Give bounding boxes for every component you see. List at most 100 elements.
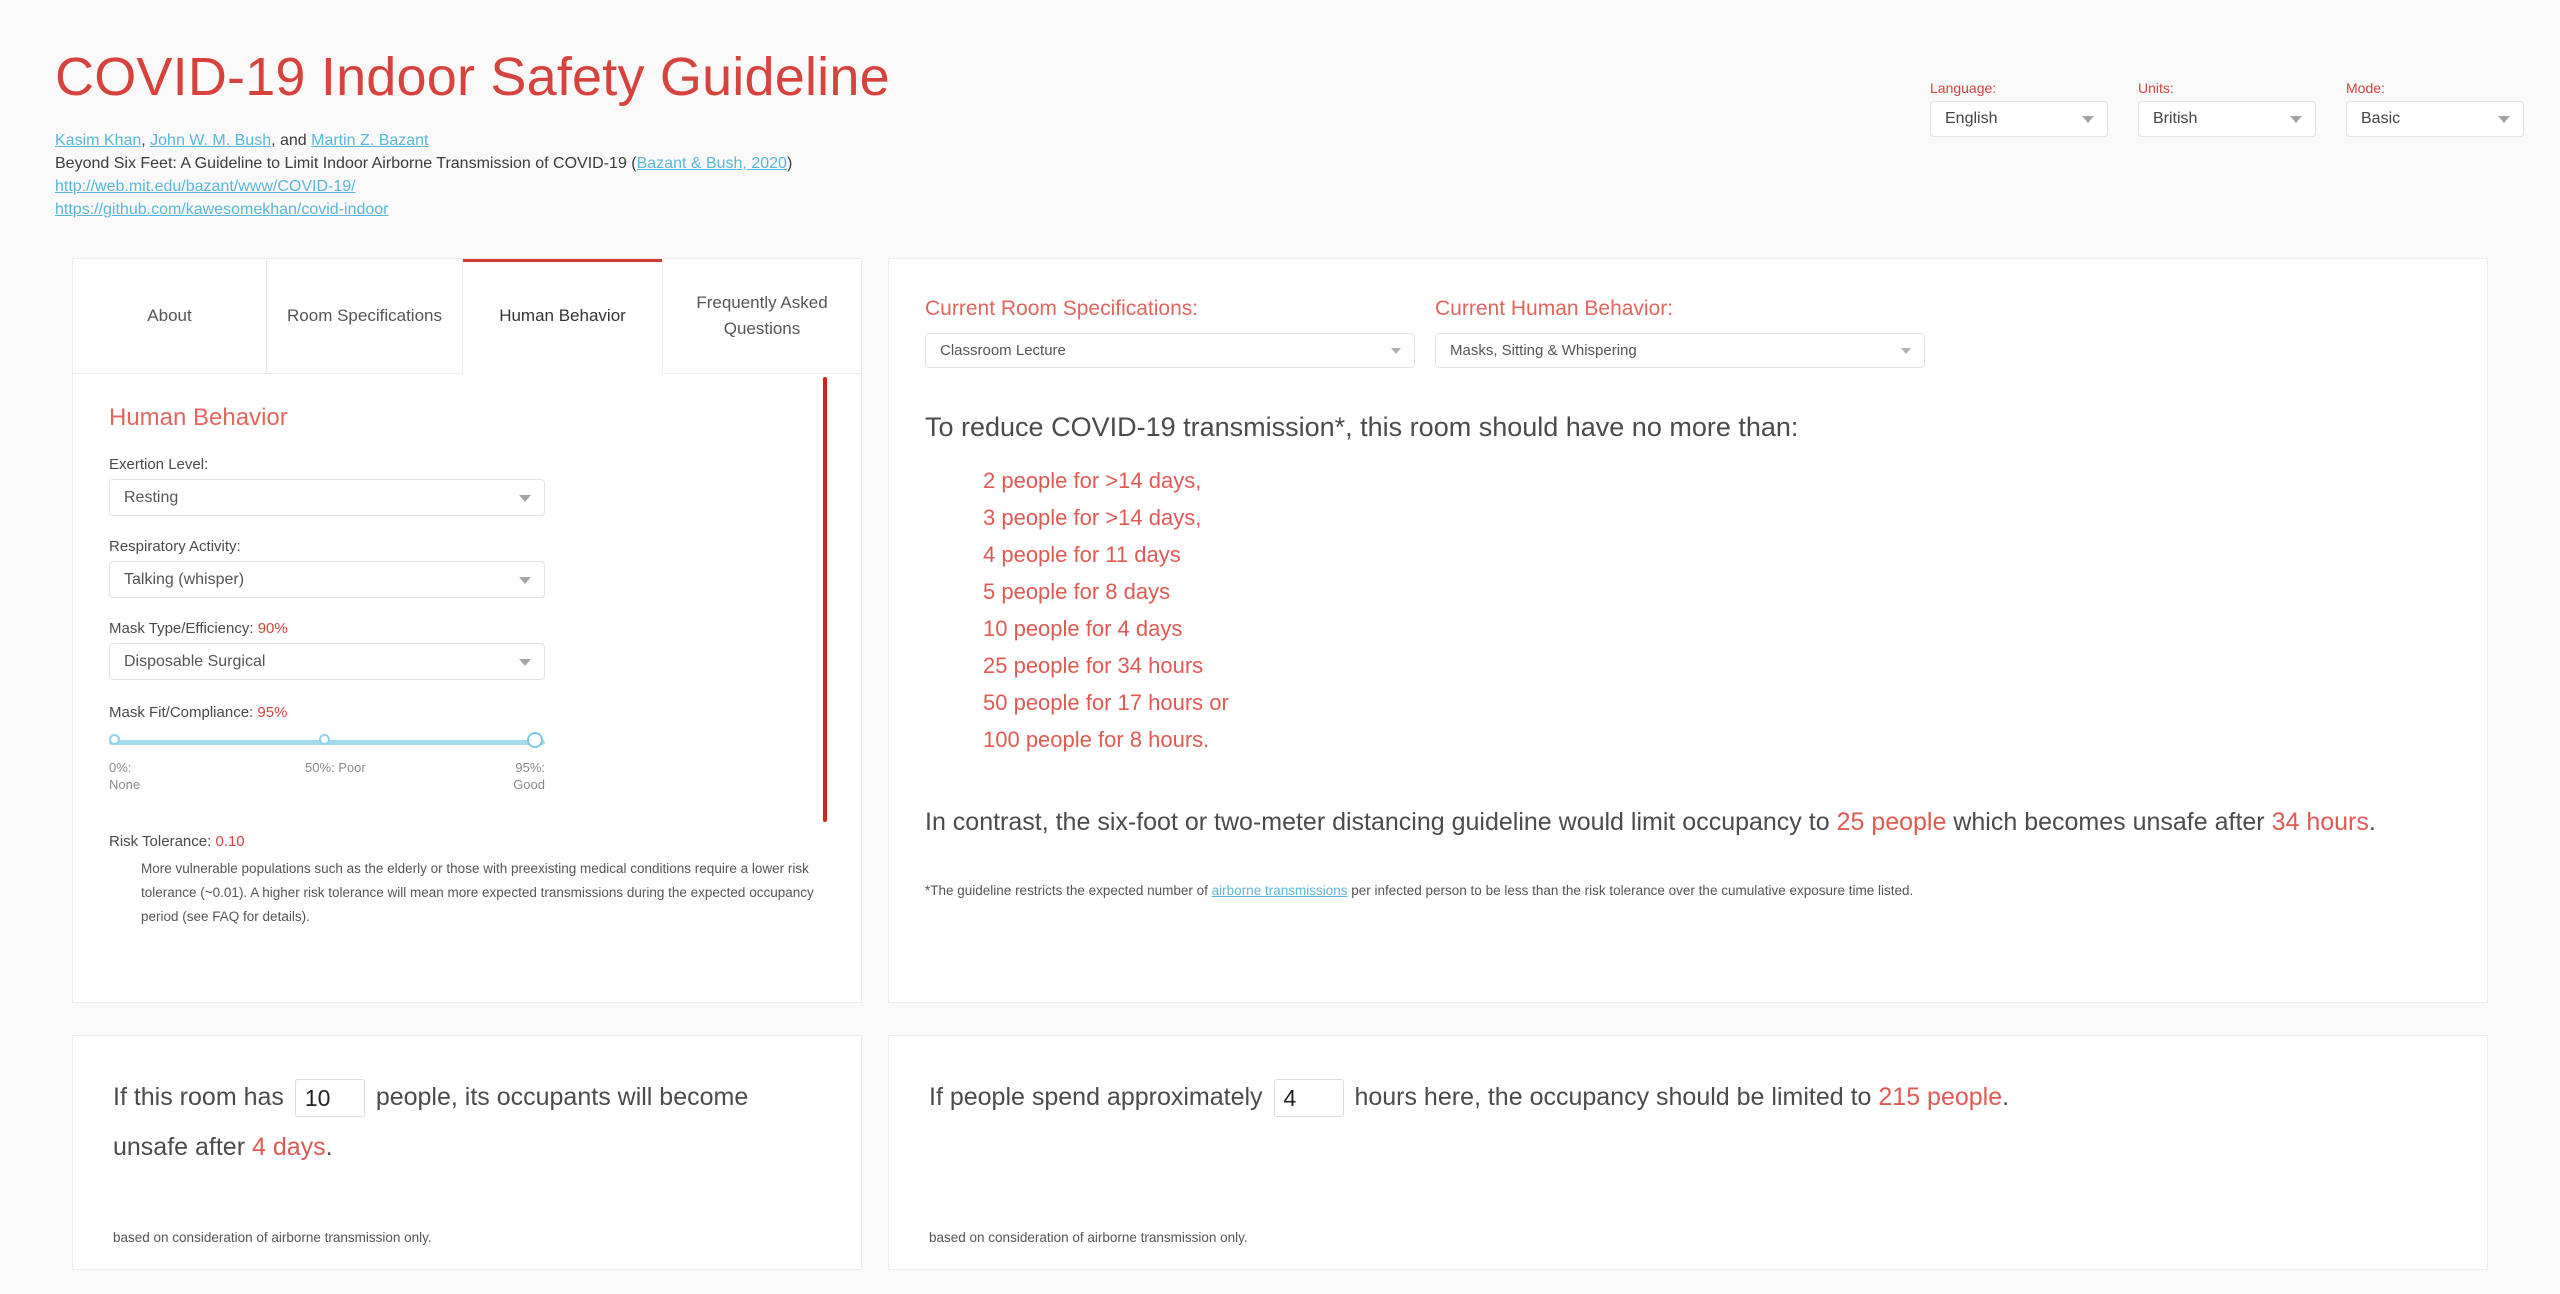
exertion-level-value: Resting (124, 488, 179, 506)
page-header: COVID-19 Indoor Safety Guideline Kasim K… (0, 0, 2560, 250)
list-item: 10 people for 4 days (983, 616, 1183, 641)
current-room-specifications-select[interactable]: Classroom Lecture (925, 333, 1415, 368)
duration-sentence-part3: . (2002, 1083, 2010, 1111)
tab-human-behavior[interactable]: Human Behavior (463, 259, 663, 374)
duration-occupancy-result: 215 people (1878, 1083, 2003, 1111)
chevron-down-icon (1901, 347, 1911, 354)
current-room-specifications: Current Room Specifications: Classroom L… (925, 297, 1415, 368)
units-select[interactable]: British (2138, 101, 2316, 137)
slider-marks: 0%: None 50%: Poor 95%: Good (109, 759, 545, 799)
respiratory-activity-value: Talking (whisper) (124, 570, 245, 588)
slider-mark-0-top: 0%: (109, 760, 132, 775)
footnote-part2: per infected person to be less than the … (1347, 883, 1914, 898)
mask-type-value: Disposable Surgical (124, 652, 266, 670)
mode-select-value: Basic (2361, 110, 2401, 127)
chevron-down-icon (1391, 347, 1401, 354)
risk-tolerance-field: Risk Tolerance: 0.10 More vulnerable pop… (109, 833, 825, 929)
panel-scroll-indicator[interactable] (823, 377, 827, 822)
chevron-down-icon (2082, 116, 2094, 123)
list-item: 25 people for 34 hours (983, 653, 1204, 678)
respiratory-activity-field: Respiratory Activity: Talking (whisper) (109, 538, 825, 598)
language-label: Language: (1930, 80, 1997, 96)
tab-about-label: About (147, 306, 192, 325)
slider-handle-min[interactable] (109, 734, 120, 745)
duration-occupancy-content: If people spend approximately hours here… (889, 1036, 2487, 1269)
people-count-input[interactable] (294, 1079, 365, 1118)
slider-handle-current[interactable] (527, 732, 543, 748)
paper-paren-close: ) (786, 155, 793, 172)
contrast-text-part2: which becomes unsafe after (1946, 808, 2272, 836)
exertion-level-label: Exertion Level: (109, 456, 209, 473)
risk-tolerance-value: 0.10 (215, 833, 245, 850)
tab-about[interactable]: About (73, 259, 267, 373)
mit-url-row: http://web.mit.edu/bazant/www/COVID-19/ (55, 178, 356, 196)
chevron-down-icon (519, 576, 531, 584)
author-separator-1: , (141, 132, 151, 149)
slider-mark-0-bottom: None (109, 777, 141, 792)
list-item: 2 people for >14 days, (983, 468, 1202, 493)
form-section-title: Human Behavior (109, 404, 288, 431)
six-foot-contrast-text: In contrast, the six-foot or two-meter d… (925, 802, 2445, 843)
author-link-kasim-khan[interactable]: Kasim Khan (55, 132, 141, 149)
mask-type-efficiency-value: 90% (257, 620, 288, 637)
mask-fit-slider[interactable] (109, 731, 545, 753)
current-room-specifications-value: Classroom Lecture (940, 342, 1066, 359)
mask-type-label-text: Mask Type/Efficiency: (109, 620, 258, 637)
paper-reference-line: Beyond Six Feet: A Guideline to Limit In… (55, 155, 792, 173)
current-human-behavior-value: Masks, Sitting & Whispering (1450, 342, 1637, 359)
occupancy-duration-result: 4 days (251, 1133, 326, 1161)
mode-setting: Mode: Basic (2346, 80, 2524, 137)
author-link-martin-bazant[interactable]: Martin Z. Bazant (311, 132, 428, 149)
mask-fit-field: Mask Fit/Compliance: 95% 0%: None 50%: P… (109, 704, 825, 799)
mask-type-select[interactable]: Disposable Surgical (109, 643, 545, 680)
occupancy-duration-sentence: If this room has people, its occupants w… (113, 1072, 821, 1172)
global-settings-group: Language: English Units: British Mode: B… (1930, 80, 2524, 137)
duration-sentence-part1: If people spend approximately (929, 1083, 1263, 1111)
occupancy-duration-content: If this room has people, its occupants w… (73, 1036, 861, 1269)
footnote-part1: *The guideline restricts the expected nu… (925, 883, 1212, 898)
guideline-footnote: *The guideline restricts the expected nu… (925, 883, 2443, 898)
page-title: COVID-19 Indoor Safety Guideline (55, 47, 890, 107)
occupancy-sentence-part1: If this room has (113, 1083, 284, 1111)
slider-handle-mid[interactable] (319, 734, 330, 745)
tab-frequently-asked-questions[interactable]: Frequently Asked Questions (663, 259, 861, 373)
respiratory-activity-label: Respiratory Activity: (109, 538, 241, 555)
slider-mark-0: 0%: None (109, 759, 140, 793)
duration-occupancy-footnote: based on consideration of airborne trans… (929, 1230, 1248, 1245)
chevron-down-icon (519, 658, 531, 666)
current-human-behavior-select[interactable]: Masks, Sitting & Whispering (1435, 333, 1925, 368)
hours-input[interactable] (1273, 1079, 1344, 1118)
author-link-john-bush[interactable]: John W. M. Bush (150, 132, 271, 149)
tab-room-specifications[interactable]: Room Specifications (267, 259, 463, 373)
risk-tolerance-label: Risk Tolerance: 0.10 (109, 833, 825, 850)
results-panel: Current Room Specifications: Classroom L… (888, 258, 2488, 1003)
exertion-level-select[interactable]: Resting (109, 479, 545, 516)
github-repo-link[interactable]: https://github.com/kawesomekhan/covid-in… (55, 201, 389, 218)
mask-type-label: Mask Type/Efficiency: 90% (109, 620, 825, 637)
author-separator-2: , and (271, 132, 312, 149)
mask-fit-compliance-value: 95% (257, 704, 288, 721)
paper-citation-link[interactable]: Bazant & Bush, 2020 (637, 155, 787, 172)
units-setting: Units: British (2138, 80, 2316, 137)
mode-select[interactable]: Basic (2346, 101, 2524, 137)
units-label: Units: (2138, 80, 2174, 96)
language-select-value: English (1945, 110, 1998, 127)
results-content: Current Room Specifications: Classroom L… (889, 259, 2487, 1002)
slider-mark-1: 50%: Poor (305, 759, 366, 776)
duration-occupancy-sentence: If people spend approximately hours here… (929, 1072, 2447, 1122)
occupancy-limit-list: 2 people for >14 days, 3 people for >14 … (983, 462, 2443, 758)
current-human-behavior-label: Current Human Behavior: (1435, 297, 1674, 320)
current-settings-row: Current Room Specifications: Classroom L… (925, 297, 2443, 368)
mask-type-field: Mask Type/Efficiency: 90% Disposable Sur… (109, 620, 825, 680)
occupancy-duration-footnote: based on consideration of airborne trans… (113, 1230, 432, 1245)
slider-mark-2-top: 95%: (515, 760, 545, 775)
tab-bar: About Room Specifications Human Behavior… (73, 259, 861, 374)
slider-mark-1-top: 50%: Poor (305, 760, 366, 775)
current-human-behavior: Current Human Behavior: Masks, Sitting &… (1435, 297, 1925, 368)
respiratory-activity-select[interactable]: Talking (whisper) (109, 561, 545, 598)
airborne-transmissions-link[interactable]: airborne transmissions (1212, 883, 1348, 898)
risk-tolerance-label-text: Risk Tolerance: (109, 833, 216, 850)
language-select[interactable]: English (1930, 101, 2108, 137)
mit-project-link[interactable]: http://web.mit.edu/bazant/www/COVID-19/ (55, 178, 356, 195)
slider-mark-2-bottom: Good (513, 777, 545, 792)
